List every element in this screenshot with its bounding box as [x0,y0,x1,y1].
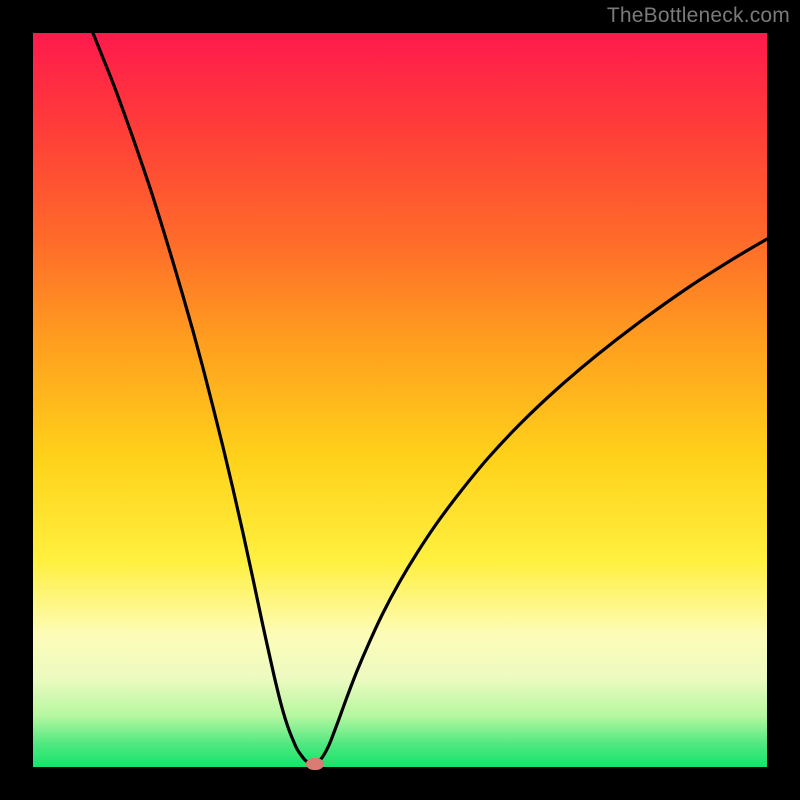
min-marker-dot [306,758,324,770]
curve-left-branch [93,33,313,765]
watermark-text: TheBottleneck.com [607,4,790,28]
curve-svg [33,33,767,767]
chart-frame: TheBottleneck.com [0,0,800,800]
curve-right-branch [313,239,767,765]
plot-area [33,33,767,767]
